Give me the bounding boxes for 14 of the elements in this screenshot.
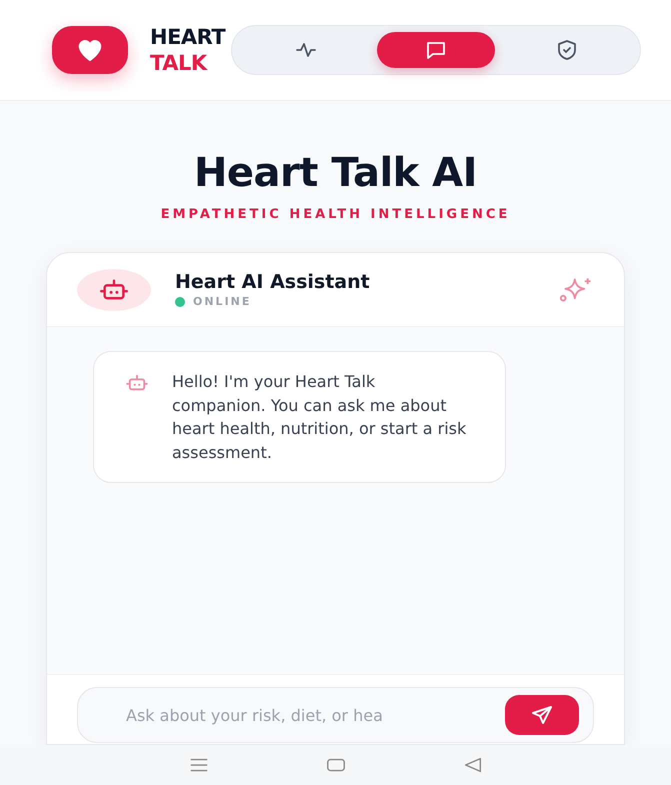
status-label: ONLINE <box>193 295 252 308</box>
brand-name: TALK <box>150 50 208 76</box>
page-subtitle: EMPATHETIC HEALTH INTELLIGENCE <box>160 207 510 222</box>
robot-icon <box>100 278 128 302</box>
message-text: Hello! I'm your Heart Talk companion. You can ask me about heart health, nutrition, or start a risk assessment. <box>172 371 468 464</box>
page-title: Heart Talk AI <box>194 149 478 197</box>
robot-icon <box>126 374 148 392</box>
assistant-name: Heart AI Assistant <box>175 271 371 293</box>
brand-name: HEART <box>150 24 226 50</box>
tab[interactable] <box>377 32 496 68</box>
message-field[interactable]: Ask about your risk, diet, or hea <box>77 687 594 743</box>
send-button[interactable] <box>505 695 579 735</box>
send-icon <box>530 703 554 727</box>
message-input[interactable]: Ask about your risk, diet, or hea <box>124 704 505 726</box>
